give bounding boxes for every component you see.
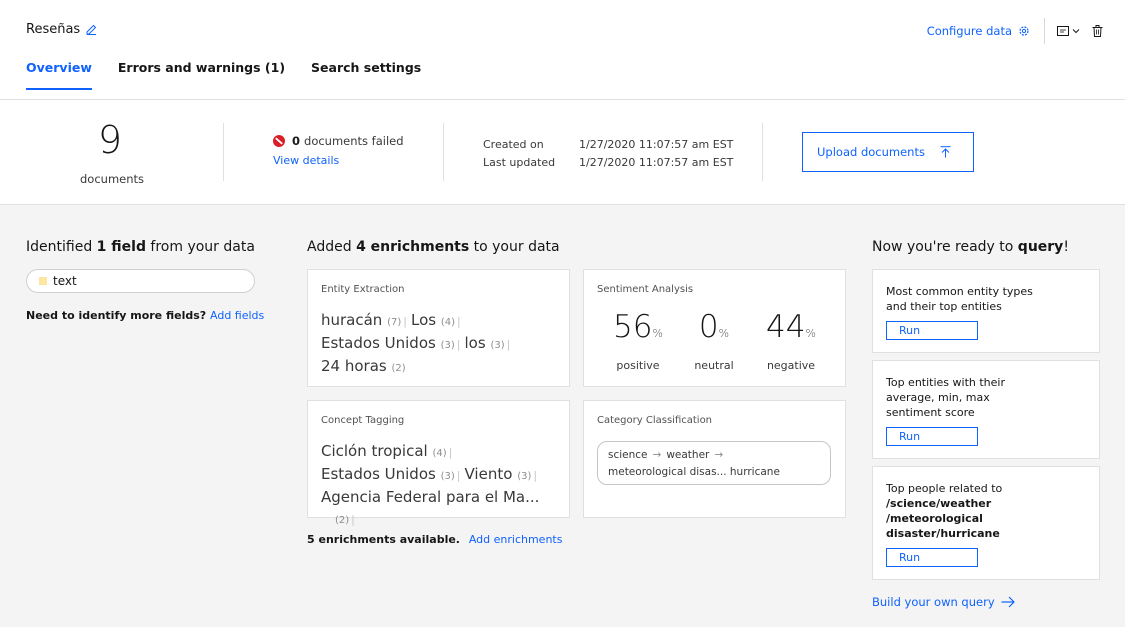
tab-bar: Overview Errors and warnings (1) Search … [26,60,447,90]
build-own-query-link[interactable]: Build your own query [872,595,1015,609]
query-description: Top people related to/science/weather /m… [886,482,1003,540]
documents-count-block: 9 documents [80,118,145,186]
fields-heading: Identified 1 field from your data [26,239,255,255]
api-icon [1057,26,1069,36]
delete-button[interactable] [1092,25,1103,37]
query-description: Top entities with their average, min, ma… [886,376,1005,419]
error-icon [273,135,285,147]
tab-errors-and-warnings[interactable]: Errors and warnings (1) [118,60,285,89]
category-path: science → weather → meteorological disas...… [597,441,831,485]
query-card: Top people related to/science/weather /m… [872,466,1100,580]
card-title: Sentiment Analysis [597,284,694,295]
run-button[interactable]: Run [886,427,978,446]
updated-value: 1/27/2020 11:07:57 am EST [579,155,734,169]
view-details-link[interactable]: View details [273,154,404,167]
title-row: Reseñas [26,22,97,37]
chevron-down-icon [1072,29,1080,34]
concept-list: Ciclón tropical (4) | Estados Unidos (3) |… [321,442,540,526]
failed-count: 0 [292,134,301,148]
query-card: Top entities with their average, min, ma… [872,360,1100,459]
field-name: text [53,274,77,288]
upload-documents-button[interactable]: Upload documents [802,132,974,172]
run-button[interactable]: Run [886,548,978,567]
gear-icon [1018,25,1030,37]
stats-divider [443,123,444,181]
enrichments-heading: Added 4 enrichments to your data [307,239,560,255]
entity-list: huracán (7) | Los (4) | Estados Unidos (3) |… [321,311,511,375]
concept-tagging-card[interactable]: Concept Tagging Ciclón tropical (4) | Est… [307,400,570,526]
upload-documents-label: Upload documents [817,145,925,159]
add-fields-link[interactable]: Add fields [210,309,264,322]
entity-extraction-card[interactable]: Entity Extraction huracán (7) | Los (4) | E… [307,269,570,387]
header-tools: Configure data [927,18,1103,44]
header-divider [1044,18,1045,44]
sentiment-neutral: 0% neutral [694,309,734,372]
query-description: Most common entity types and their top e… [886,285,1033,313]
page-header: Reseñas Configure data Overview Errors a… [0,0,1125,100]
tab-search-settings[interactable]: Search settings [311,60,421,89]
tab-overview[interactable]: Overview [26,60,92,90]
sentiment-analysis-card[interactable]: Sentiment Analysis 56% positive 0% neutr… [583,269,846,387]
stats-divider [223,123,224,181]
enrichments-available: 5 enrichments available. Add enrichments [307,533,563,546]
card-title: Category Classification [597,415,713,426]
card-title: Entity Extraction [321,284,405,295]
failed-label: documents failed [304,134,404,148]
created-value: 1/27/2020 11:07:57 am EST [579,137,734,151]
query-card: Most common entity types and their top e… [872,269,1100,353]
api-dropdown-button[interactable] [1057,26,1080,36]
field-tag-text[interactable]: text [26,269,255,293]
page-title: Reseñas [26,22,81,37]
run-button[interactable]: Run [886,321,978,340]
documents-label: documents [80,172,145,186]
configure-data-label: Configure data [926,24,1012,38]
field-color-swatch [39,277,47,285]
stats-divider [762,123,763,181]
card-title: Concept Tagging [321,415,405,426]
collection-stats: 9 documents 0 documents failed View deta… [0,100,1125,205]
overview-content: Identified 1 field from your data text N… [0,205,1125,627]
created-label: Created on [483,137,544,151]
build-own-query-label: Build your own query [872,595,995,609]
trash-icon [1092,25,1103,37]
sentiment-negative: 44% negative [766,309,816,372]
sentiment-positive: 56% positive [613,309,663,372]
category-classification-card[interactable]: Category Classification science → weather →… [583,400,846,518]
arrow-right-icon [1001,596,1015,608]
upload-icon [940,146,951,158]
updated-label: Last updated [483,155,556,169]
need-more-fields: Need to identify more fields? Add fields [26,309,265,322]
documents-count: 9 [97,118,123,162]
dates-block: Created on 1/27/2020 11:07:57 am EST Las… [483,135,733,171]
add-enrichments-link[interactable]: Add enrichments [469,533,563,546]
query-heading: Now you're ready to query! [872,239,1069,255]
configure-data-link[interactable]: Configure data [927,24,1030,38]
edit-pencil-icon[interactable] [86,24,97,35]
failed-documents-block: 0 documents failed View details [273,134,404,167]
